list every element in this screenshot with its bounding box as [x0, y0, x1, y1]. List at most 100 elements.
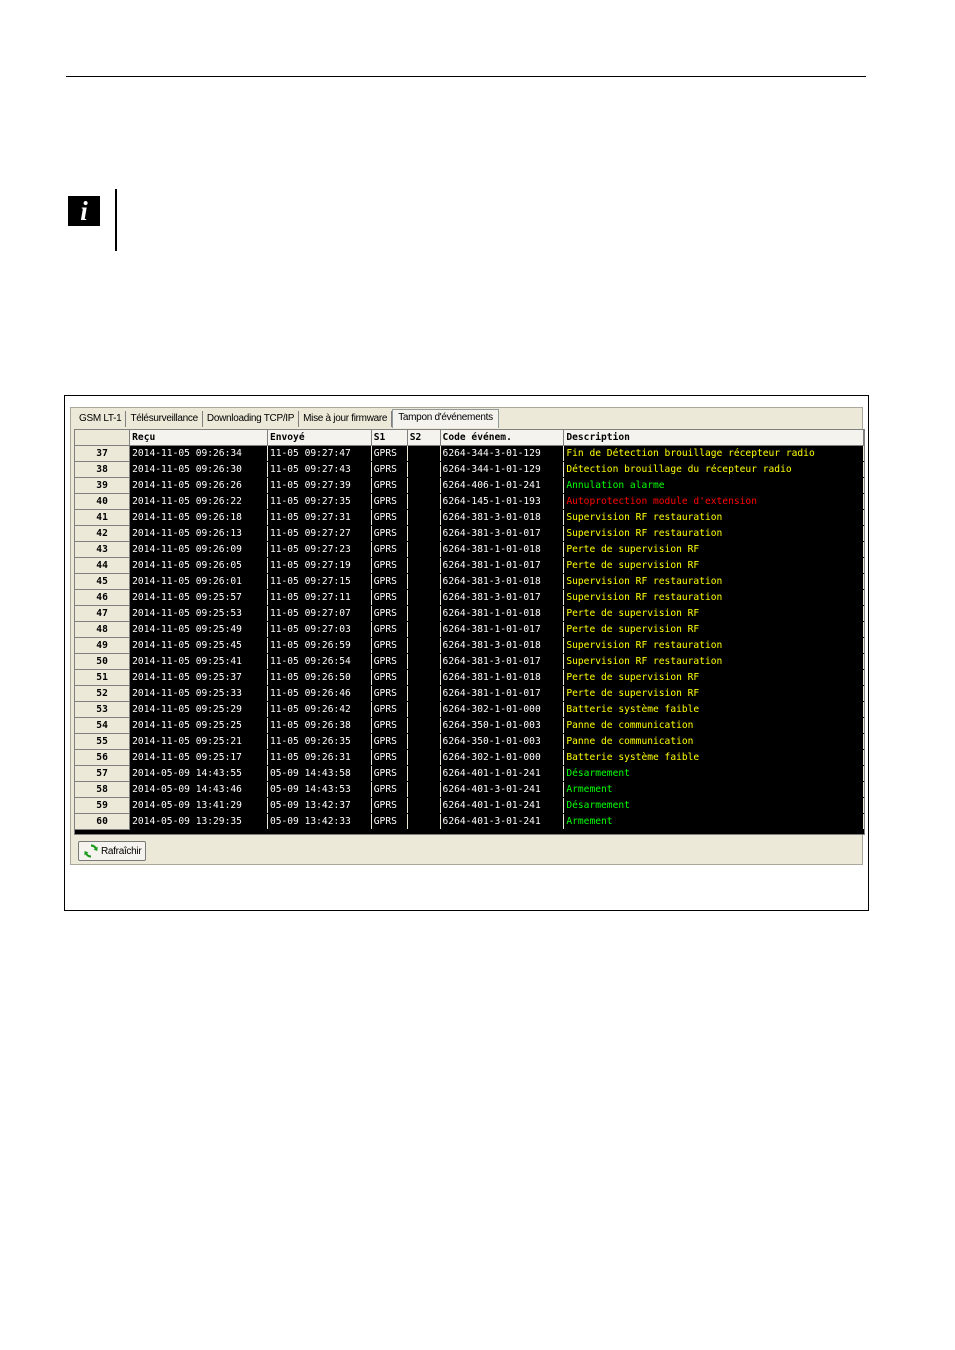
table-row[interactable]: 55 2014-11-05 09:25:21 11-05 09:26:35 GPRS 6…	[75, 733, 864, 750]
table-row[interactable]: 43 2014-11-05 09:26:09 11-05 09:27:23 GPRS 6…	[75, 541, 864, 558]
event-code-cell: 6264-401-1-01-241	[440, 797, 565, 814]
table-row[interactable]: 40 2014-11-05 09:26:22 11-05 09:27:35 GPRS 6…	[75, 493, 864, 510]
row-number: 44	[75, 557, 131, 574]
received-cell: 2014-11-05 09:25:37	[129, 669, 268, 686]
table-row[interactable]: 41 2014-11-05 09:26:18 11-05 09:27:31 GPRS 6…	[75, 509, 864, 526]
tab-4[interactable]: Tampon d'événements	[392, 409, 499, 428]
received-cell: 2014-11-05 09:25:21	[129, 733, 268, 750]
sent-cell: 11-05 09:27:27	[267, 525, 372, 542]
info-icon-glyph: i	[80, 196, 88, 226]
table-row[interactable]: 51 2014-11-05 09:25:37 11-05 09:26:50 GPRS 6…	[75, 669, 864, 686]
s1-cell: GPRS	[371, 797, 408, 814]
table-row[interactable]: 38 2014-11-05 09:26:30 11-05 09:27:43 GPRS 6…	[75, 461, 864, 478]
table-row[interactable]: 48 2014-11-05 09:25:49 11-05 09:27:03 GPRS 6…	[75, 621, 864, 638]
s2-cell	[407, 669, 441, 686]
table-row[interactable]: 57 2014-05-09 14:43:55 05-09 14:43:58 GPRS 6…	[75, 765, 864, 782]
event-code-cell: 6264-302-1-01-000	[440, 749, 565, 766]
column-header-0[interactable]	[75, 430, 131, 446]
column-header-5[interactable]: Code événem.	[440, 430, 565, 446]
s1-cell: GPRS	[371, 733, 408, 750]
description-cell: Perte de supervision RF	[563, 541, 864, 558]
table-row[interactable]: 44 2014-11-05 09:26:05 11-05 09:27:19 GPRS 6…	[75, 557, 864, 574]
table-row[interactable]: 49 2014-11-05 09:25:45 11-05 09:26:59 GPRS 6…	[75, 637, 864, 654]
table-row[interactable]: 56 2014-11-05 09:25:17 11-05 09:26:31 GPRS 6…	[75, 749, 864, 766]
tab-0[interactable]: GSM LT-1	[75, 411, 127, 427]
description-cell: Perte de supervision RF	[563, 605, 864, 622]
event-grid[interactable]: Reçu Envoyé S1 S2 Code événem. Description 37…	[74, 429, 865, 835]
table-row[interactable]: 45 2014-11-05 09:26:01 11-05 09:27:15 GPRS 6…	[75, 573, 864, 590]
s2-cell	[407, 733, 441, 750]
received-cell: 2014-11-05 09:26:26	[129, 477, 268, 494]
received-cell: 2014-11-05 09:25:29	[129, 701, 268, 718]
event-code-cell: 6264-381-1-01-018	[440, 669, 565, 686]
sent-cell: 11-05 09:26:50	[267, 669, 372, 686]
event-code-cell: 6264-145-1-01-193	[440, 493, 565, 510]
description-cell: Armement	[563, 813, 864, 830]
received-cell: 2014-11-05 09:26:05	[129, 557, 268, 574]
s2-cell	[407, 461, 441, 478]
sent-cell: 05-09 13:42:33	[267, 813, 372, 830]
table-row[interactable]: 42 2014-11-05 09:26:13 11-05 09:27:27 GPRS 6…	[75, 525, 864, 542]
event-code-cell: 6264-381-3-01-018	[440, 573, 565, 590]
sent-cell: 11-05 09:27:35	[267, 493, 372, 510]
row-number: 48	[75, 621, 131, 638]
description-cell: Supervision RF restauration	[563, 589, 864, 606]
table-row[interactable]: 39 2014-11-05 09:26:26 11-05 09:27:39 GPRS 6…	[75, 477, 864, 494]
description-cell: Perte de supervision RF	[563, 621, 864, 638]
received-cell: 2014-11-05 09:25:17	[129, 749, 268, 766]
s2-cell	[407, 525, 441, 542]
info-icon: i	[68, 196, 100, 226]
s1-cell: GPRS	[371, 525, 408, 542]
column-header-2[interactable]: Envoyé	[267, 430, 372, 446]
column-header-1[interactable]: Reçu	[129, 430, 268, 446]
s1-cell: GPRS	[371, 541, 408, 558]
event-code-cell: 6264-406-1-01-241	[440, 477, 565, 494]
table-row[interactable]: 60 2014-05-09 13:29:35 05-09 13:42:33 GPRS 6…	[75, 813, 864, 830]
received-cell: 2014-05-09 14:43:46	[129, 781, 268, 798]
s2-cell	[407, 749, 441, 766]
refresh-button-label: Rafraîchir	[101, 845, 142, 857]
table-row[interactable]: 47 2014-11-05 09:25:53 11-05 09:27:07 GPRS 6…	[75, 605, 864, 622]
tab-3[interactable]: Mise à jour firmware	[299, 411, 393, 427]
sent-cell: 05-09 14:43:58	[267, 765, 372, 782]
s2-cell	[407, 477, 441, 494]
refresh-button[interactable]: Rafraîchir	[78, 841, 146, 861]
s2-cell	[407, 781, 441, 798]
received-cell: 2014-11-05 09:25:41	[129, 653, 268, 670]
s2-cell	[407, 653, 441, 670]
row-number: 42	[75, 525, 131, 542]
table-row[interactable]: 53 2014-11-05 09:25:29 11-05 09:26:42 GPRS 6…	[75, 701, 864, 718]
table-row[interactable]: 54 2014-11-05 09:25:25 11-05 09:26:38 GPRS 6…	[75, 717, 864, 734]
table-row[interactable]: 50 2014-11-05 09:25:41 11-05 09:26:54 GPRS 6…	[75, 653, 864, 670]
table-row[interactable]: 37 2014-11-05 09:26:34 11-05 09:27:47 GPRS 6…	[75, 445, 864, 462]
event-code-cell: 6264-381-3-01-018	[440, 509, 565, 526]
table-row[interactable]: 52 2014-11-05 09:25:33 11-05 09:26:46 GPRS 6…	[75, 685, 864, 702]
description-cell: Panne de communication	[563, 733, 864, 750]
sent-cell: 11-05 09:27:39	[267, 477, 372, 494]
tab-1[interactable]: Télésurveillance	[126, 411, 203, 427]
table-row[interactable]: 58 2014-05-09 14:43:46 05-09 14:43:53 GPRS 6…	[75, 781, 864, 798]
tab-2[interactable]: Downloading TCP/IP	[203, 411, 300, 427]
sent-cell: 11-05 09:27:47	[267, 445, 372, 462]
s1-cell: GPRS	[371, 765, 408, 782]
received-cell: 2014-11-05 09:26:01	[129, 573, 268, 590]
row-number: 51	[75, 669, 131, 686]
row-number: 56	[75, 749, 131, 766]
row-number: 38	[75, 461, 131, 478]
s1-cell: GPRS	[371, 685, 408, 702]
description-cell: Supervision RF restauration	[563, 653, 864, 670]
sent-cell: 11-05 09:27:23	[267, 541, 372, 558]
table-row[interactable]: 46 2014-11-05 09:25:57 11-05 09:27:11 GPRS 6…	[75, 589, 864, 606]
column-header-4[interactable]: S2	[407, 430, 441, 446]
received-cell: 2014-11-05 09:26:18	[129, 509, 268, 526]
row-number: 41	[75, 509, 131, 526]
sent-cell: 11-05 09:26:31	[267, 749, 372, 766]
description-cell: Autoprotection module d'extension	[563, 493, 864, 510]
column-header-6[interactable]: Description	[563, 430, 864, 446]
description-cell: Détection brouillage du récepteur radio	[563, 461, 864, 478]
event-code-cell: 6264-401-3-01-241	[440, 781, 565, 798]
column-header-3[interactable]: S1	[371, 430, 408, 446]
table-row[interactable]: 59 2014-05-09 13:41:29 05-09 13:42:37 GPRS 6…	[75, 797, 864, 814]
table-header-row: Reçu Envoyé S1 S2 Code événem. Description	[75, 430, 864, 446]
row-number: 40	[75, 493, 131, 510]
